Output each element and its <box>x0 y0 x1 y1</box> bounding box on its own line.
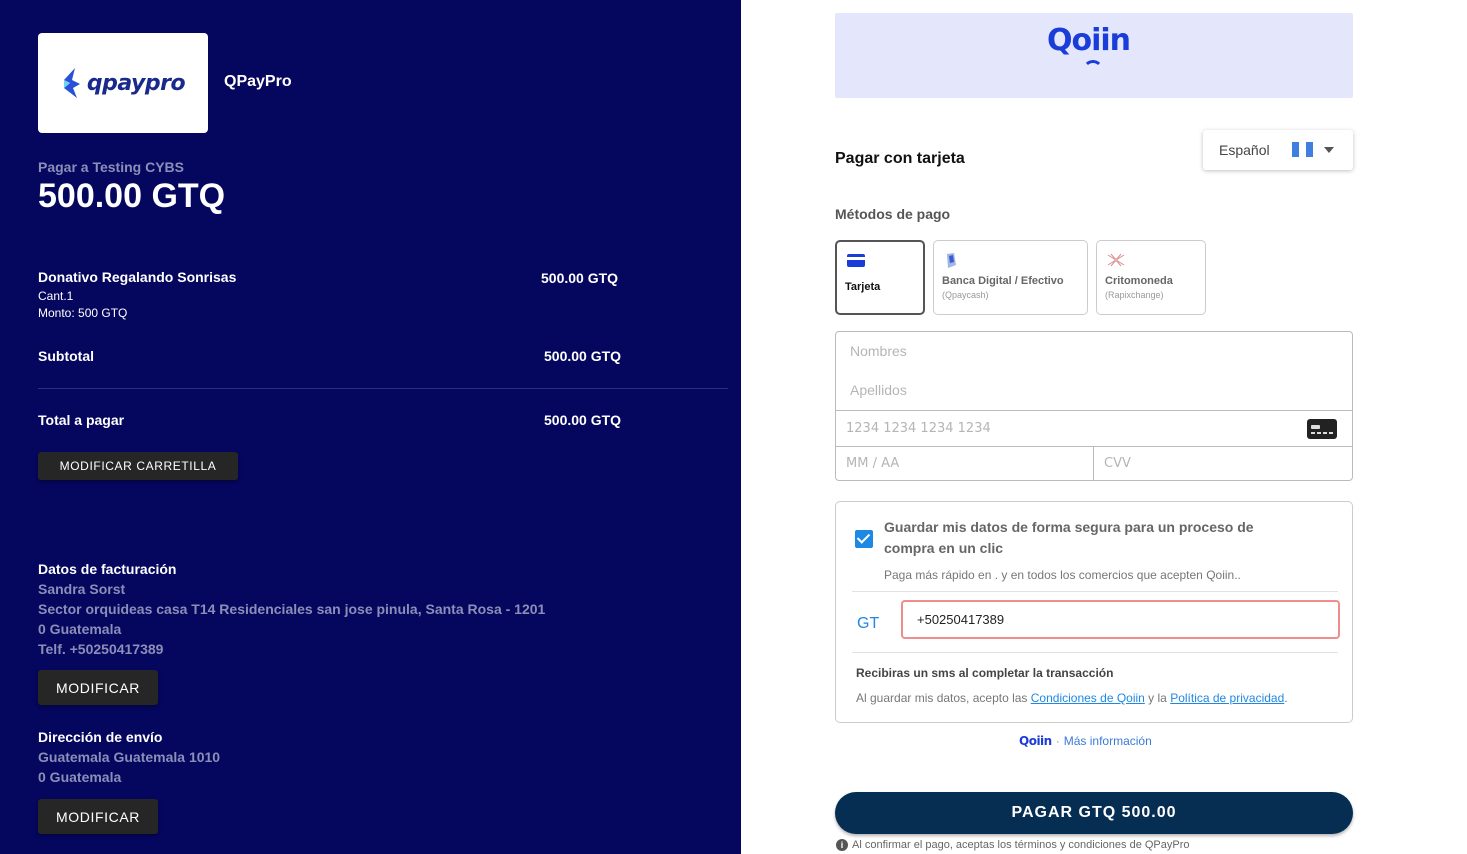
terms-footnote: i Al confirmar el pago, aceptas los térm… <box>836 839 1190 851</box>
method-sublabel: (Rapixchange) <box>1105 290 1164 300</box>
first-name-field[interactable] <box>835 331 1353 371</box>
method-criptomoneda[interactable]: Critomoneda (Rapixchange) <box>1096 240 1206 315</box>
subtotal-value: 500.00 GTQ <box>544 348 622 364</box>
save-data-box: Guardar mis datos de forma segura para u… <box>835 501 1353 723</box>
language-label: Español <box>1219 142 1270 158</box>
total-value: 500.00 GTQ <box>544 412 622 428</box>
separator: · <box>1055 734 1060 748</box>
shipping-title: Dirección de envío <box>38 729 163 745</box>
billing-country: 0 Guatemala <box>38 621 122 637</box>
crypto-icon <box>1107 253 1125 267</box>
cvv-field[interactable] <box>1093 446 1353 481</box>
cart-item-amount: Monto: 500 GTQ <box>38 306 128 320</box>
qooin-logo: Qoiin <box>1047 23 1131 58</box>
expiry-field[interactable] <box>835 446 1094 481</box>
save-data-checkbox[interactable] <box>855 530 873 548</box>
divider <box>852 591 1338 592</box>
qooin-banner: Qoiin <box>835 13 1353 98</box>
method-banca-digital[interactable]: Banca Digital / Efectivo (Qpaycash) <box>933 240 1088 315</box>
phone-field[interactable] <box>901 600 1340 639</box>
billing-title: Datos de facturación <box>38 561 177 577</box>
more-info-link[interactable]: Más información <box>1064 734 1152 748</box>
terms-prefix: Al guardar mis datos, acepto las <box>856 691 1031 705</box>
subtotal-label: Subtotal <box>38 348 94 364</box>
card-chip-icon <box>1307 419 1337 439</box>
divider <box>852 652 1338 653</box>
chevron-down-icon <box>1324 147 1334 153</box>
footnote-text: Al confirmar el pago, aceptas los términ… <box>852 839 1190 851</box>
modify-billing-button[interactable]: MODIFICAR <box>38 670 158 705</box>
billing-phone: Telf. +50250417389 <box>38 641 164 657</box>
loading-spinner-icon <box>1083 60 1103 80</box>
country-code[interactable]: GT <box>857 615 879 633</box>
language-selector[interactable]: Español <box>1203 130 1353 170</box>
terms-text: Al guardar mis datos, acepto las Condici… <box>856 691 1288 705</box>
pay-button[interactable]: PAGAR GTQ 500.00 <box>835 792 1353 834</box>
terms-suffix: . <box>1284 691 1288 705</box>
shipping-country: 0 Guatemala <box>38 769 122 785</box>
total-amount: 500.00 GTQ <box>38 177 226 215</box>
method-sublabel: (Qpaycash) <box>942 290 989 300</box>
qooin-mini-logo: Qoiin <box>1019 734 1052 748</box>
qooin-conditions-link[interactable]: Condiciones de Qoiin <box>1031 691 1145 705</box>
save-data-title: Guardar mis datos de forma segura para u… <box>884 519 1254 556</box>
cart-item-quantity: Cant.1 <box>38 289 74 303</box>
merchant-logo: qpaypro <box>38 33 208 133</box>
privacy-policy-link[interactable]: Política de privacidad <box>1170 691 1284 705</box>
pay-to-label: Pagar a Testing CYBS <box>38 159 185 175</box>
cart-item-name: Donativo Regalando Sonrisas <box>38 269 237 285</box>
modify-cart-button[interactable]: MODIFICAR CARRETILLA <box>38 452 238 480</box>
cart-item-price: 500.00 GTQ <box>541 270 619 286</box>
method-tarjeta[interactable]: Tarjeta <box>835 240 925 315</box>
save-data-subtitle: Paga más rápido en . y en todos los come… <box>884 568 1241 582</box>
guatemala-flag-icon <box>1292 142 1313 157</box>
sms-notice: Recibiras un sms al completar la transac… <box>856 666 1114 680</box>
credit-card-icon <box>847 254 865 267</box>
info-icon: i <box>836 839 848 851</box>
order-summary-panel: qpaypro QPayPro Pagar a Testing CYBS 500… <box>0 0 741 854</box>
pay-with-card-title: Pagar con tarjeta <box>835 150 965 167</box>
qpaypro-logo-icon <box>63 68 80 98</box>
method-label: Tarjeta <box>845 281 881 293</box>
terms-mid: y la <box>1144 691 1171 705</box>
card-number-field[interactable] <box>835 410 1353 447</box>
last-name-field[interactable] <box>835 370 1353 411</box>
wallet-icon <box>947 253 956 268</box>
merchant-name: QPayPro <box>224 73 292 90</box>
method-label: Critomoneda <box>1105 275 1173 287</box>
payment-methods-title: Métodos de pago <box>835 206 951 222</box>
billing-address: Sector orquideas casa T14 Residenciales … <box>38 601 546 617</box>
shipping-address: Guatemala Guatemala 1010 <box>38 749 221 765</box>
modify-shipping-button[interactable]: MODIFICAR <box>38 799 158 834</box>
total-label: Total a pagar <box>38 412 125 428</box>
billing-name: Sandra Sorst <box>38 581 126 597</box>
method-label: Banca Digital / Efectivo <box>942 275 1064 287</box>
merchant-logo-text: qpaypro <box>86 70 186 96</box>
summary-divider <box>38 388 728 389</box>
more-info-row: Qoiin · Más información <box>1019 734 1152 748</box>
